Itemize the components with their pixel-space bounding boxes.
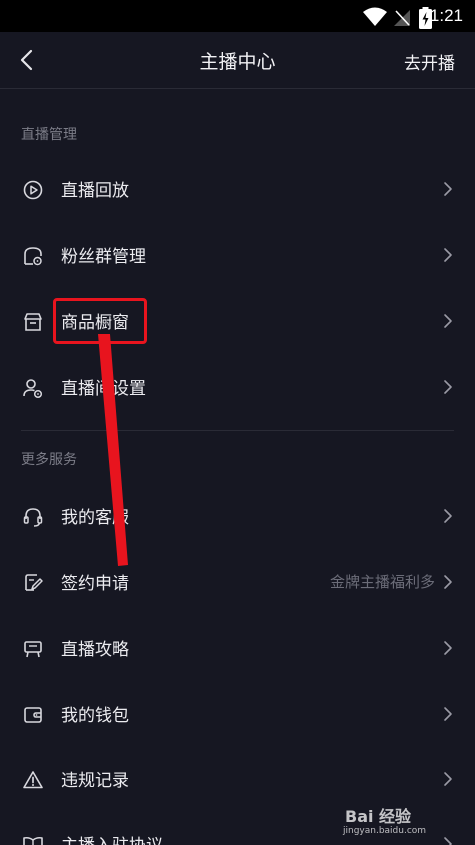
sign-pen-icon: [25, 574, 43, 591]
menu-item-label: 主播入驻协议: [61, 831, 163, 845]
watermark-logo: Bai 经验: [345, 807, 412, 826]
menu-item-label: 直播攻略: [61, 640, 129, 660]
menu-item-label: 违规记录: [61, 771, 129, 791]
watermark: Bai 经验 jingyan.baidu.com: [337, 801, 457, 841]
menu-item-fan-group[interactable]: 粉丝群管理: [0, 223, 475, 287]
headset-icon: [23, 508, 43, 527]
nav-bar: 主播中心 去开播: [0, 32, 475, 88]
chevron-right-icon: [444, 641, 452, 655]
chevron-right-icon: [444, 575, 452, 589]
wifi-icon: [363, 7, 387, 26]
status-time: 1:21: [429, 6, 463, 25]
menu-item-live-replay[interactable]: 直播回放: [0, 157, 475, 221]
menu-item-customer-service[interactable]: 我的客服: [0, 484, 475, 548]
menu-item-hint: 金牌主播福利多: [329, 573, 435, 591]
menu-item-label: 粉丝群管理: [61, 247, 146, 267]
chevron-right-icon: [444, 182, 452, 196]
section-divider: [21, 430, 454, 431]
chevron-right-icon: [444, 314, 452, 328]
menu-item-label: 我的钱包: [61, 706, 129, 726]
book-icon: [23, 836, 43, 845]
status-bar: 1:21: [0, 0, 475, 32]
menu-item-label: 商品橱窗: [61, 313, 129, 333]
chevron-right-icon: [444, 707, 452, 721]
chevron-right-icon: [444, 380, 452, 394]
menu-item-sign-application[interactable]: 签约申请 金牌主播福利多: [0, 550, 475, 614]
store-icon: [24, 313, 42, 331]
wallet-icon: [24, 707, 42, 723]
back-arrow-icon[interactable]: [14, 46, 42, 74]
play-circle-icon: [23, 180, 43, 200]
menu-item-label: 直播间设置: [61, 379, 146, 399]
menu-item-live-guide[interactable]: 直播攻略: [0, 616, 475, 680]
menu-item-wallet[interactable]: 我的钱包: [0, 682, 475, 746]
menu-item-product-window[interactable]: 商品橱窗: [0, 289, 475, 353]
user-settings-icon: [23, 379, 43, 399]
chevron-right-icon: [444, 509, 452, 523]
go-live-button[interactable]: 去开播: [404, 49, 455, 74]
nav-divider: [0, 88, 475, 89]
signal-off-icon: [394, 10, 410, 26]
section-header-live-management: 直播管理: [21, 127, 77, 143]
watermark-url: jingyan.baidu.com: [343, 826, 427, 836]
menu-item-label: 签约申请: [61, 574, 129, 594]
billboard-icon: [24, 641, 42, 658]
menu-item-label: 直播回放: [61, 181, 129, 201]
warning-icon: [23, 771, 43, 789]
section-header-more-services: 更多服务: [21, 452, 77, 468]
fan-group-icon: [24, 247, 42, 266]
menu-item-label: 我的客服: [61, 508, 129, 528]
chevron-right-icon: [444, 248, 452, 262]
chevron-right-icon: [444, 772, 452, 786]
menu-item-room-settings[interactable]: 直播间设置: [0, 355, 475, 419]
